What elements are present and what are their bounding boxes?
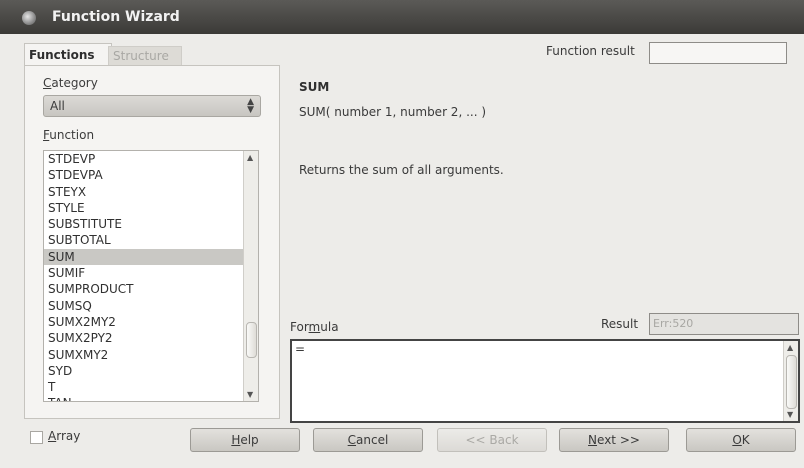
function-wizard-window: Function Wizard Functions Structure Cate… [0, 0, 804, 468]
category-label: Category [43, 76, 98, 90]
functions-panel: Category All ▲ ▼ Function STDEVP STDEVPA ST… [24, 65, 280, 419]
tab-structure[interactable]: Structure [108, 46, 182, 66]
scroll-up-arrow-icon[interactable]: ▲ [247, 153, 253, 162]
function-list-item[interactable]: SUMX2MY2 [44, 314, 244, 330]
scroll-up-arrow-icon[interactable]: ▲ [787, 343, 793, 352]
function-list-item[interactable]: SUMSQ [44, 298, 244, 314]
next-button[interactable]: Next >> [559, 428, 669, 452]
category-select[interactable]: All ▲ ▼ [43, 95, 261, 117]
function-list-item[interactable]: SUM [44, 248, 244, 266]
function-list-item[interactable]: SUMX2PY2 [44, 330, 244, 346]
array-label[interactable]: Array [48, 429, 80, 443]
function-list-item[interactable]: SUMIF [44, 265, 244, 281]
back-button[interactable]: << Back [437, 428, 547, 452]
function-listbox[interactable]: STDEVP STDEVPA STEYX STYLE SUBSTITUTE SUBTOTA… [43, 150, 259, 402]
scroll-thumb[interactable] [786, 355, 797, 409]
function-list-item[interactable]: TAN [44, 395, 244, 401]
function-description: Returns the sum of all arguments. [299, 163, 504, 177]
function-list-item[interactable]: SYD [44, 363, 244, 379]
result-label: Result [601, 317, 639, 331]
function-result-field [649, 42, 787, 64]
formula-scrollbar[interactable]: ▲ ▼ [783, 341, 798, 421]
cancel-button[interactable]: Cancel [313, 428, 423, 452]
function-list-item[interactable]: T [44, 379, 244, 395]
updown-arrows-icon: ▲ ▼ [247, 97, 254, 115]
function-list-item[interactable]: STDEVPA [44, 167, 244, 183]
function-list-item[interactable]: SUBSTITUTE [44, 216, 244, 232]
function-list-item[interactable]: SUMXMY2 [44, 347, 244, 363]
function-list-item[interactable]: STYLE [44, 200, 244, 216]
scroll-thumb[interactable] [246, 322, 257, 358]
result-field: Err:520 [649, 313, 799, 335]
function-syntax: SUM( number 1, number 2, ... ) [299, 105, 487, 119]
formula-label: Formula [290, 320, 339, 334]
tab-functions[interactable]: Functions [24, 43, 112, 66]
formula-editor[interactable]: = ▲ ▼ [290, 339, 800, 423]
category-value: All [50, 99, 65, 113]
ok-button[interactable]: OK [686, 428, 796, 452]
function-list-item[interactable]: SUBTOTAL [44, 232, 244, 248]
function-items: STDEVP STDEVPA STEYX STYLE SUBSTITUTE SUBTOTA… [44, 151, 244, 401]
function-label: Function [43, 128, 95, 142]
function-list-scrollbar[interactable]: ▲ ▼ [243, 151, 258, 401]
function-result-label: Function result [546, 44, 635, 58]
app-icon [22, 11, 36, 25]
scroll-down-arrow-icon[interactable]: ▼ [247, 390, 253, 399]
function-name: SUM [299, 80, 330, 94]
scroll-down-arrow-icon[interactable]: ▼ [787, 410, 793, 419]
title-bar[interactable]: Function Wizard [0, 0, 804, 34]
function-list-item[interactable]: STEYX [44, 184, 244, 200]
function-list-item[interactable]: STDEVP [44, 151, 244, 167]
window-title: Function Wizard [52, 9, 180, 25]
array-checkbox[interactable] [30, 431, 43, 444]
formula-text: = [295, 342, 306, 356]
function-list-item[interactable]: SUMPRODUCT [44, 281, 244, 297]
result-value: Err:520 [653, 317, 694, 330]
help-button[interactable]: Help [190, 428, 300, 452]
